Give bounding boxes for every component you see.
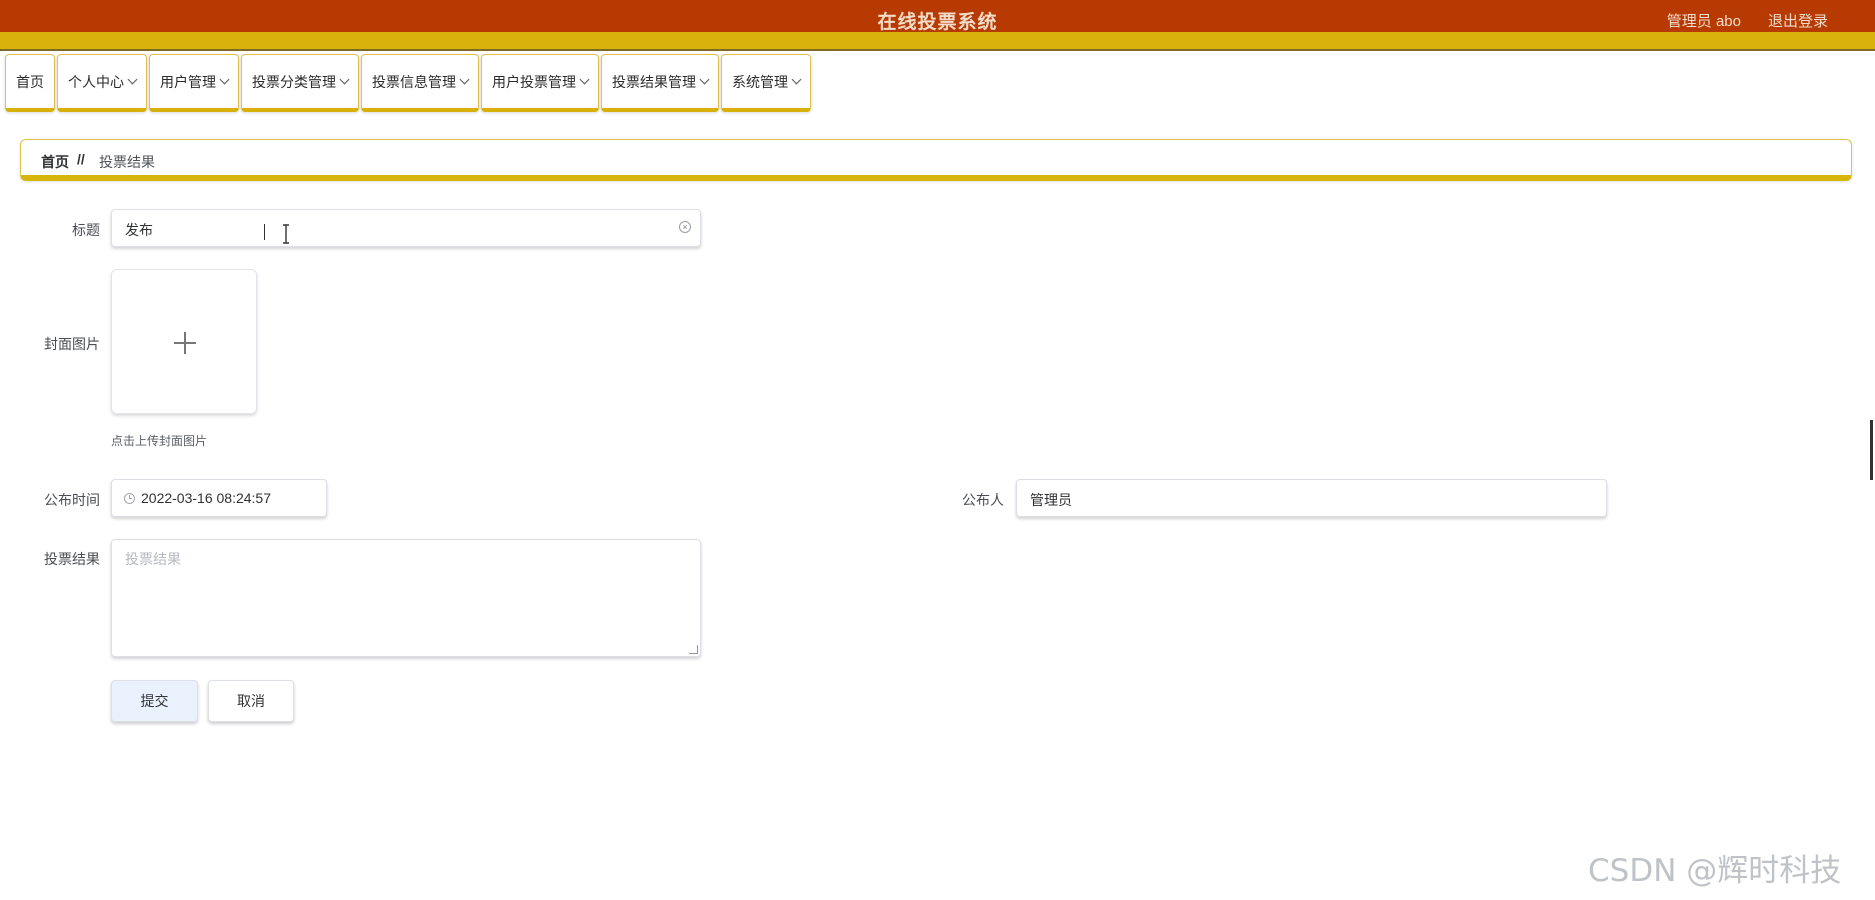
breadcrumb-home[interactable]: 首页 bbox=[41, 152, 69, 172]
logout-link[interactable]: 退出登录 bbox=[1768, 10, 1828, 31]
scrollbar-edge[interactable] bbox=[1870, 420, 1873, 480]
chevron-down-icon bbox=[699, 74, 710, 85]
cover-label: 封面图片 bbox=[44, 336, 100, 352]
cover-upload-tip: 点击上传封面图片 bbox=[111, 434, 208, 448]
text-caret bbox=[264, 224, 265, 240]
clock-icon bbox=[124, 493, 135, 504]
nav-item-label: 投票结果管理 bbox=[612, 73, 696, 90]
nav-item-label: 首页 bbox=[16, 73, 44, 90]
nav-item-1[interactable]: 个人中心 bbox=[57, 54, 147, 112]
nav-item-4[interactable]: 投票信息管理 bbox=[361, 54, 479, 112]
current-user: 管理员 abo bbox=[1666, 13, 1741, 30]
chevron-down-icon bbox=[791, 74, 802, 85]
result-label: 投票结果 bbox=[44, 551, 100, 567]
publisher-label: 公布人 bbox=[962, 492, 1004, 508]
nav-item-6[interactable]: 投票结果管理 bbox=[601, 54, 719, 112]
cancel-button[interactable]: 取消 bbox=[208, 680, 294, 722]
main-nav: 首页 个人中心 用户管理 投票分类管理 投票信息管理 用户投票管理 投票结果管理 系统管理 bbox=[5, 54, 813, 118]
chevron-down-icon bbox=[219, 74, 230, 85]
chevron-down-icon bbox=[459, 74, 470, 85]
cover-upload-box[interactable] bbox=[111, 269, 257, 414]
publisher-input[interactable]: 管理员 bbox=[1016, 479, 1607, 517]
result-placeholder: 投票结果 bbox=[125, 551, 181, 567]
nav-item-7[interactable]: 系统管理 bbox=[721, 54, 811, 112]
breadcrumb-current: 投票结果 bbox=[99, 154, 155, 170]
resize-handle-icon[interactable] bbox=[689, 645, 698, 654]
watermark: CSDN @辉时科技 bbox=[1588, 853, 1842, 889]
plus-icon-vertical bbox=[184, 332, 186, 354]
chevron-down-icon bbox=[579, 74, 590, 85]
top-header: 在线投票系统 管理员 abo 退出登录 bbox=[0, 0, 1875, 33]
nav-item-5[interactable]: 用户投票管理 bbox=[481, 54, 599, 112]
title-input[interactable]: 发布 × bbox=[111, 209, 701, 247]
breadcrumb-separator: // bbox=[77, 151, 85, 167]
publish-time-picker[interactable]: 2022-03-16 08:24:57 bbox=[111, 479, 327, 517]
nav-item-3[interactable]: 投票分类管理 bbox=[241, 54, 359, 112]
nav-item-label: 个人中心 bbox=[68, 73, 124, 90]
nav-item-label: 用户投票管理 bbox=[492, 73, 576, 90]
result-textarea[interactable]: 投票结果 bbox=[111, 539, 701, 657]
clear-icon[interactable]: × bbox=[679, 221, 691, 233]
publish-time-label: 公布时间 bbox=[44, 492, 100, 508]
nav-item-2[interactable]: 用户管理 bbox=[149, 54, 239, 112]
breadcrumb: 首页 // 投票结果 bbox=[20, 139, 1852, 181]
publisher-value: 管理员 bbox=[1030, 492, 1072, 508]
title-input-value: 发布 bbox=[125, 222, 153, 238]
title-label: 标题 bbox=[72, 222, 100, 238]
chevron-down-icon bbox=[339, 74, 350, 85]
nav-item-label: 系统管理 bbox=[732, 73, 788, 90]
publish-time-value: 2022-03-16 08:24:57 bbox=[141, 490, 271, 506]
nav-item-label: 投票分类管理 bbox=[252, 73, 336, 90]
header-accent-band bbox=[0, 32, 1875, 51]
app-title: 在线投票系统 bbox=[877, 12, 998, 33]
chevron-down-icon bbox=[127, 74, 138, 85]
nav-item-label: 用户管理 bbox=[160, 73, 216, 90]
nav-item-0[interactable]: 首页 bbox=[5, 54, 55, 112]
ibeam-cursor-icon bbox=[283, 224, 289, 244]
nav-item-label: 投票信息管理 bbox=[372, 73, 456, 90]
submit-button[interactable]: 提交 bbox=[111, 680, 198, 722]
